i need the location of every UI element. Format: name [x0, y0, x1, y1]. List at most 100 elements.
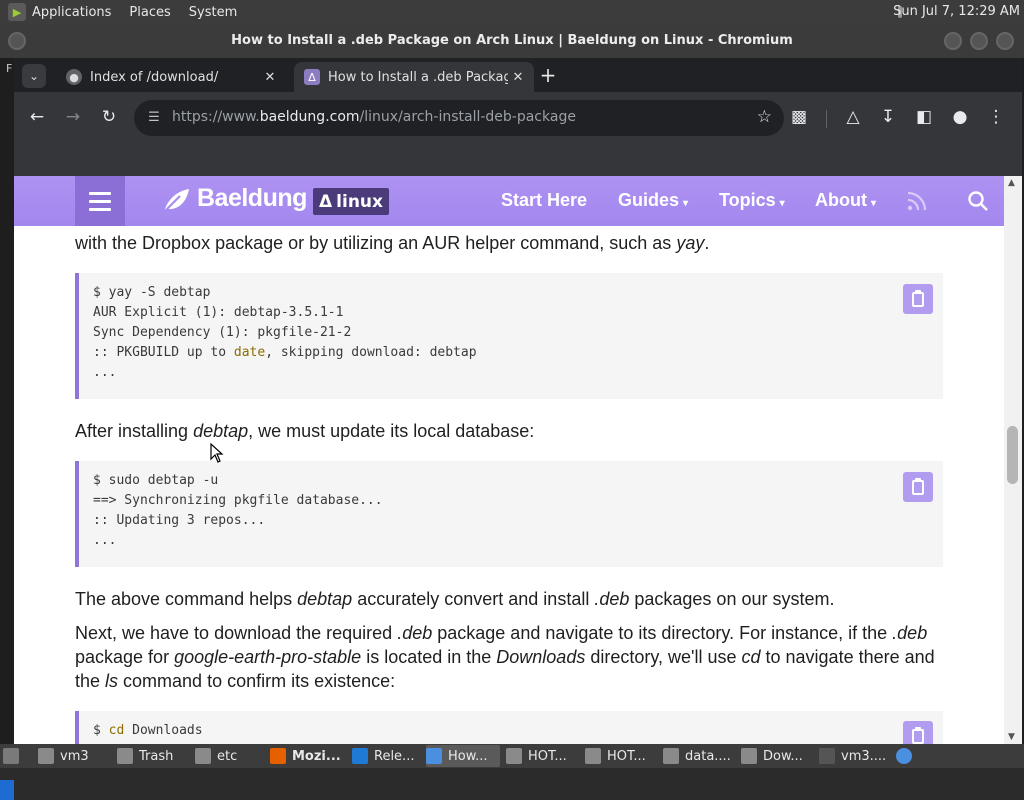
maximize-button[interactable] — [970, 32, 988, 50]
taskbar-item[interactable]: data.... — [663, 745, 735, 767]
taskbar-item-label: vm3.... — [841, 748, 887, 764]
tab-strip: ⌄ ● Index of /download/ ✕ Δ How to Insta… — [14, 58, 1022, 92]
window-menu-button[interactable] — [8, 32, 26, 50]
taskbar-item[interactable]: etc — [195, 745, 263, 767]
desktop-left-edge: F — [0, 58, 14, 800]
taskbar-item[interactable]: vm3.... — [819, 745, 889, 767]
taskbar-item[interactable]: Mozi... — [270, 745, 346, 767]
taskbar-item-label: Trash — [139, 748, 174, 764]
clock[interactable]: Sun Jul 7, 12:29 AM — [893, 4, 1020, 19]
side-panel-icon[interactable]: ◧ — [913, 106, 935, 128]
code-text[interactable]: $ yay -S debtap AUR Explicit (1): debtap… — [79, 273, 943, 393]
tab-search-chevron-down-icon[interactable]: ⌄ — [22, 64, 46, 88]
taskbar-item-label: HOT... — [607, 748, 646, 764]
bottom-taskbar: vm3 Trash etc Mozi... Rele... How... HOT... HOT… — [0, 744, 1024, 768]
paragraph: After installing debtap, we must update … — [75, 421, 535, 441]
address-bar[interactable]: ☰ https://www.baeldung.com/linux/arch-in… — [134, 100, 784, 136]
download-icon[interactable]: ↧ — [877, 106, 899, 128]
clipboard-icon — [912, 477, 924, 495]
copy-code-button[interactable] — [903, 721, 933, 744]
site-info-icon[interactable]: ☰ — [144, 108, 164, 128]
folder-icon — [38, 748, 54, 764]
paragraph: The above command helps debtap accuratel… — [75, 589, 835, 609]
taskbar-item[interactable]: Dow... — [741, 745, 813, 767]
extensions-puzzle-icon[interactable]: ▩ — [788, 106, 810, 128]
paragraph: Next, we have to download the required .… — [75, 623, 935, 691]
nav-start-here[interactable]: Start Here — [501, 190, 587, 211]
taskbar-item-label: Rele... — [374, 748, 415, 764]
code-block: $ sudo debtap -u ==> Synchronizing pkgfi… — [75, 461, 943, 567]
taskbar-item[interactable]: HOT... — [506, 745, 578, 767]
close-window-button[interactable] — [996, 32, 1014, 50]
back-arrow-icon[interactable]: ← — [26, 106, 48, 128]
page-viewport: Baeldung Δlinux Start Here Guides ▾ Topic… — [14, 176, 1004, 744]
text-editor-icon — [506, 748, 522, 764]
minimize-button[interactable] — [944, 32, 962, 50]
tab-title: How to Install a .deb Package — [328, 69, 508, 85]
desktop-icon — [3, 748, 19, 764]
taskbar-item[interactable]: Rele... — [352, 745, 420, 767]
scroll-down-arrow-icon[interactable]: ▼ — [1008, 732, 1015, 742]
new-tab-plus-icon[interactable]: + — [536, 64, 560, 88]
chromium-icon — [426, 748, 442, 764]
linux-badge[interactable]: Δlinux — [313, 188, 389, 215]
nav-about[interactable]: About ▾ — [815, 190, 876, 211]
copy-code-button[interactable] — [903, 284, 933, 314]
url-text[interactable]: https://www.baeldung.com/linux/arch-inst… — [172, 109, 576, 125]
places-menu[interactable]: Places — [129, 5, 170, 20]
scrollbar-thumb[interactable] — [1007, 426, 1018, 484]
tab-title: Index of /download/ — [90, 69, 219, 85]
system-menu[interactable]: System — [189, 5, 237, 20]
toolbar-separator — [826, 110, 827, 128]
tab-index-download[interactable]: ● Index of /download/ ✕ — [56, 62, 286, 92]
tray-chromium-icon[interactable] — [896, 745, 924, 767]
window-titlebar[interactable]: How to Install a .deb Package on Arch Li… — [0, 24, 1024, 58]
taskbar-item[interactable]: How... — [426, 745, 500, 767]
baeldung-leaf-icon[interactable] — [162, 188, 190, 214]
close-tab-icon[interactable]: ✕ — [260, 70, 280, 85]
site-navbar: Baeldung Δlinux Start Here Guides ▾ Topic… — [14, 176, 1004, 226]
caret-down-icon: ▾ — [870, 198, 877, 209]
reload-icon[interactable]: ↻ — [98, 106, 120, 128]
distro-logo-icon[interactable]: ▶ — [8, 3, 26, 21]
folder-icon — [741, 748, 757, 764]
copy-code-button[interactable] — [903, 472, 933, 502]
code-text[interactable]: $ cd Downloads — [79, 711, 943, 744]
taskbar-item[interactable]: vm3 — [38, 745, 110, 767]
taskbar-item-label: HOT... — [528, 748, 567, 764]
terminal-icon — [819, 748, 835, 764]
linux-penguin-icon: Δ — [319, 191, 333, 212]
scroll-up-arrow-icon[interactable]: ▲ — [1008, 178, 1015, 188]
baeldung-logo[interactable]: Baeldung — [197, 184, 307, 213]
show-desktop-button[interactable] — [3, 745, 23, 767]
taskbar-item-label: Dow... — [763, 748, 803, 764]
taskbar-item[interactable]: Trash — [117, 745, 189, 767]
globe-icon: ● — [66, 69, 82, 85]
taskbar-item-label: Mozi... — [292, 748, 341, 764]
more-menu-icon[interactable]: ⋮ — [985, 106, 1007, 128]
nav-guides[interactable]: Guides ▾ — [618, 190, 688, 211]
tab-baeldung-article[interactable]: Δ How to Install a .deb Package ✕ — [294, 62, 534, 92]
taskbar-item-label: How... — [448, 748, 488, 764]
profile-avatar-icon[interactable]: ● — [949, 106, 971, 128]
applications-menu[interactable]: Applications — [32, 5, 111, 20]
text-editor-icon — [585, 748, 601, 764]
desktop-highlight — [0, 780, 14, 800]
forward-arrow-icon[interactable]: → — [62, 106, 84, 128]
clipboard-icon — [912, 726, 924, 744]
bookmark-star-icon[interactable]: ☆ — [757, 107, 772, 127]
taskbar-item[interactable]: HOT... — [585, 745, 657, 767]
folder-icon — [195, 748, 211, 764]
clipboard-icon — [912, 289, 924, 307]
rss-feed-icon[interactable] — [906, 190, 928, 212]
nav-topics[interactable]: Topics ▾ — [719, 190, 785, 211]
taskbar-item-label: vm3 — [60, 748, 89, 764]
page-scrollbar[interactable]: ▲ ▼ — [1004, 176, 1022, 744]
close-tab-icon[interactable]: ✕ — [508, 70, 528, 85]
top-panel: ▶ Applications Places System Sun Jul 7, … — [0, 0, 1024, 24]
search-icon[interactable] — [967, 190, 989, 212]
code-text[interactable]: $ sudo debtap -u ==> Synchronizing pkgfi… — [79, 461, 943, 561]
taskbar-item-label: etc — [217, 748, 238, 764]
labs-flask-icon[interactable]: △ — [842, 106, 864, 128]
hamburger-menu-icon[interactable] — [75, 176, 125, 226]
